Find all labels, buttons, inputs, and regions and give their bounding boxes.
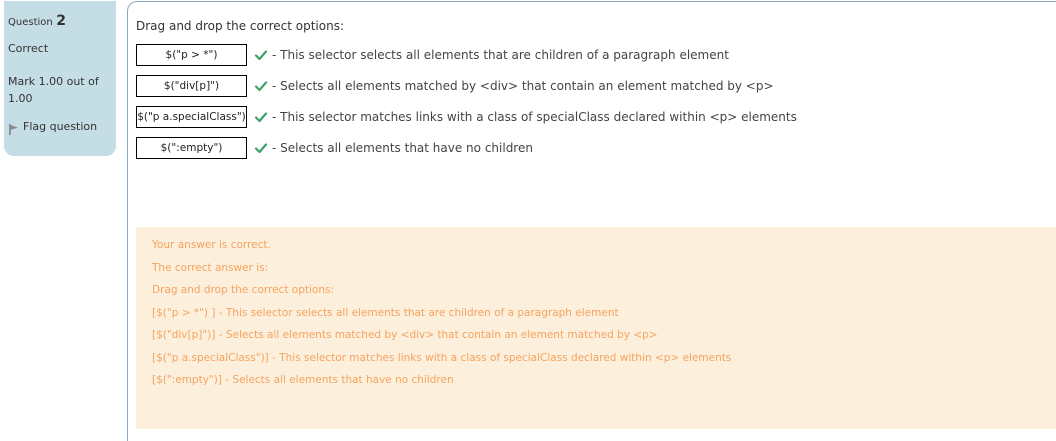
check-icon xyxy=(254,141,268,155)
feedback-answer-line: [$(":empty")] - Selects all elements tha… xyxy=(152,374,454,386)
answer-description: - This selector matches links with a cla… xyxy=(272,110,797,124)
question-number-value: 2 xyxy=(56,13,66,29)
answer-description: - Selects all elements matched by <div> … xyxy=(272,79,774,93)
question-grade: Mark 1.00 out of 1.00 xyxy=(8,75,99,105)
question-info-panel: Question 2 Correct Mark 1.00 out of 1.00… xyxy=(4,1,116,156)
flag-question-label: Flag question xyxy=(23,120,98,133)
feedback-panel: Your answer is correct. The correct answ… xyxy=(136,227,1056,429)
question-content: Drag and drop the correct options: $("p … xyxy=(127,1,1056,441)
question-prompt: Drag and drop the correct options: xyxy=(136,19,344,33)
check-icon xyxy=(254,110,268,124)
answer-row: $("p a.specialClass") - This selector ma… xyxy=(136,105,797,129)
flag-question-link[interactable]: Flag question xyxy=(8,120,112,135)
answer-row: $(":empty") - Selects all elements that … xyxy=(136,136,533,160)
answer-row: $("div[p]") - Selects all elements match… xyxy=(136,74,774,98)
question-label: Question xyxy=(8,17,53,28)
feedback-prompt: Drag and drop the correct options: xyxy=(152,284,334,296)
flag-icon xyxy=(8,123,20,135)
feedback-answer-line: [$("p a.specialClass")] - This selector … xyxy=(152,351,732,364)
question-state: Correct xyxy=(8,42,49,55)
answer-row: $("p > *") - This selector selects all e… xyxy=(136,43,729,67)
answer-description: - Selects all elements that have no chil… xyxy=(272,141,533,155)
feedback-answer-line: [$("p > *") ] - This selector selects al… xyxy=(152,306,619,319)
answer-description: - This selector selects all elements tha… xyxy=(272,48,729,62)
feedback-answer-line: [$("div[p]")] - Selects all elements mat… xyxy=(152,329,658,341)
drop-box[interactable]: $("p a.specialClass") xyxy=(136,106,247,128)
feedback-right-answer-label: The correct answer is: xyxy=(152,261,269,274)
check-icon xyxy=(254,48,268,62)
feedback-correctness: Your answer is correct. xyxy=(152,239,271,251)
check-icon xyxy=(254,79,268,93)
drop-box[interactable]: $("div[p]") xyxy=(136,75,247,97)
drop-box[interactable]: $("p > *") xyxy=(136,44,247,66)
question-number: Question 2 xyxy=(8,13,112,29)
drop-box[interactable]: $(":empty") xyxy=(136,137,247,159)
